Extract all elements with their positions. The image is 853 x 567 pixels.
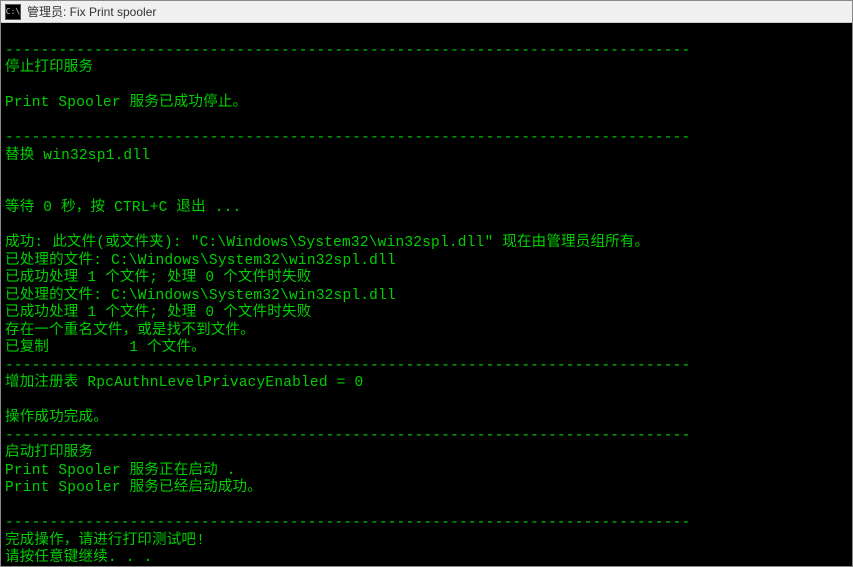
titlebar[interactable]: C:\ 管理员: Fix Print spooler xyxy=(1,1,852,23)
console-output[interactable]: ----------------------------------------… xyxy=(1,23,852,566)
cmd-icon: C:\ xyxy=(5,4,21,20)
command-prompt-window: C:\ 管理员: Fix Print spooler -------------… xyxy=(0,0,853,567)
window-title: 管理员: Fix Print spooler xyxy=(27,3,156,20)
